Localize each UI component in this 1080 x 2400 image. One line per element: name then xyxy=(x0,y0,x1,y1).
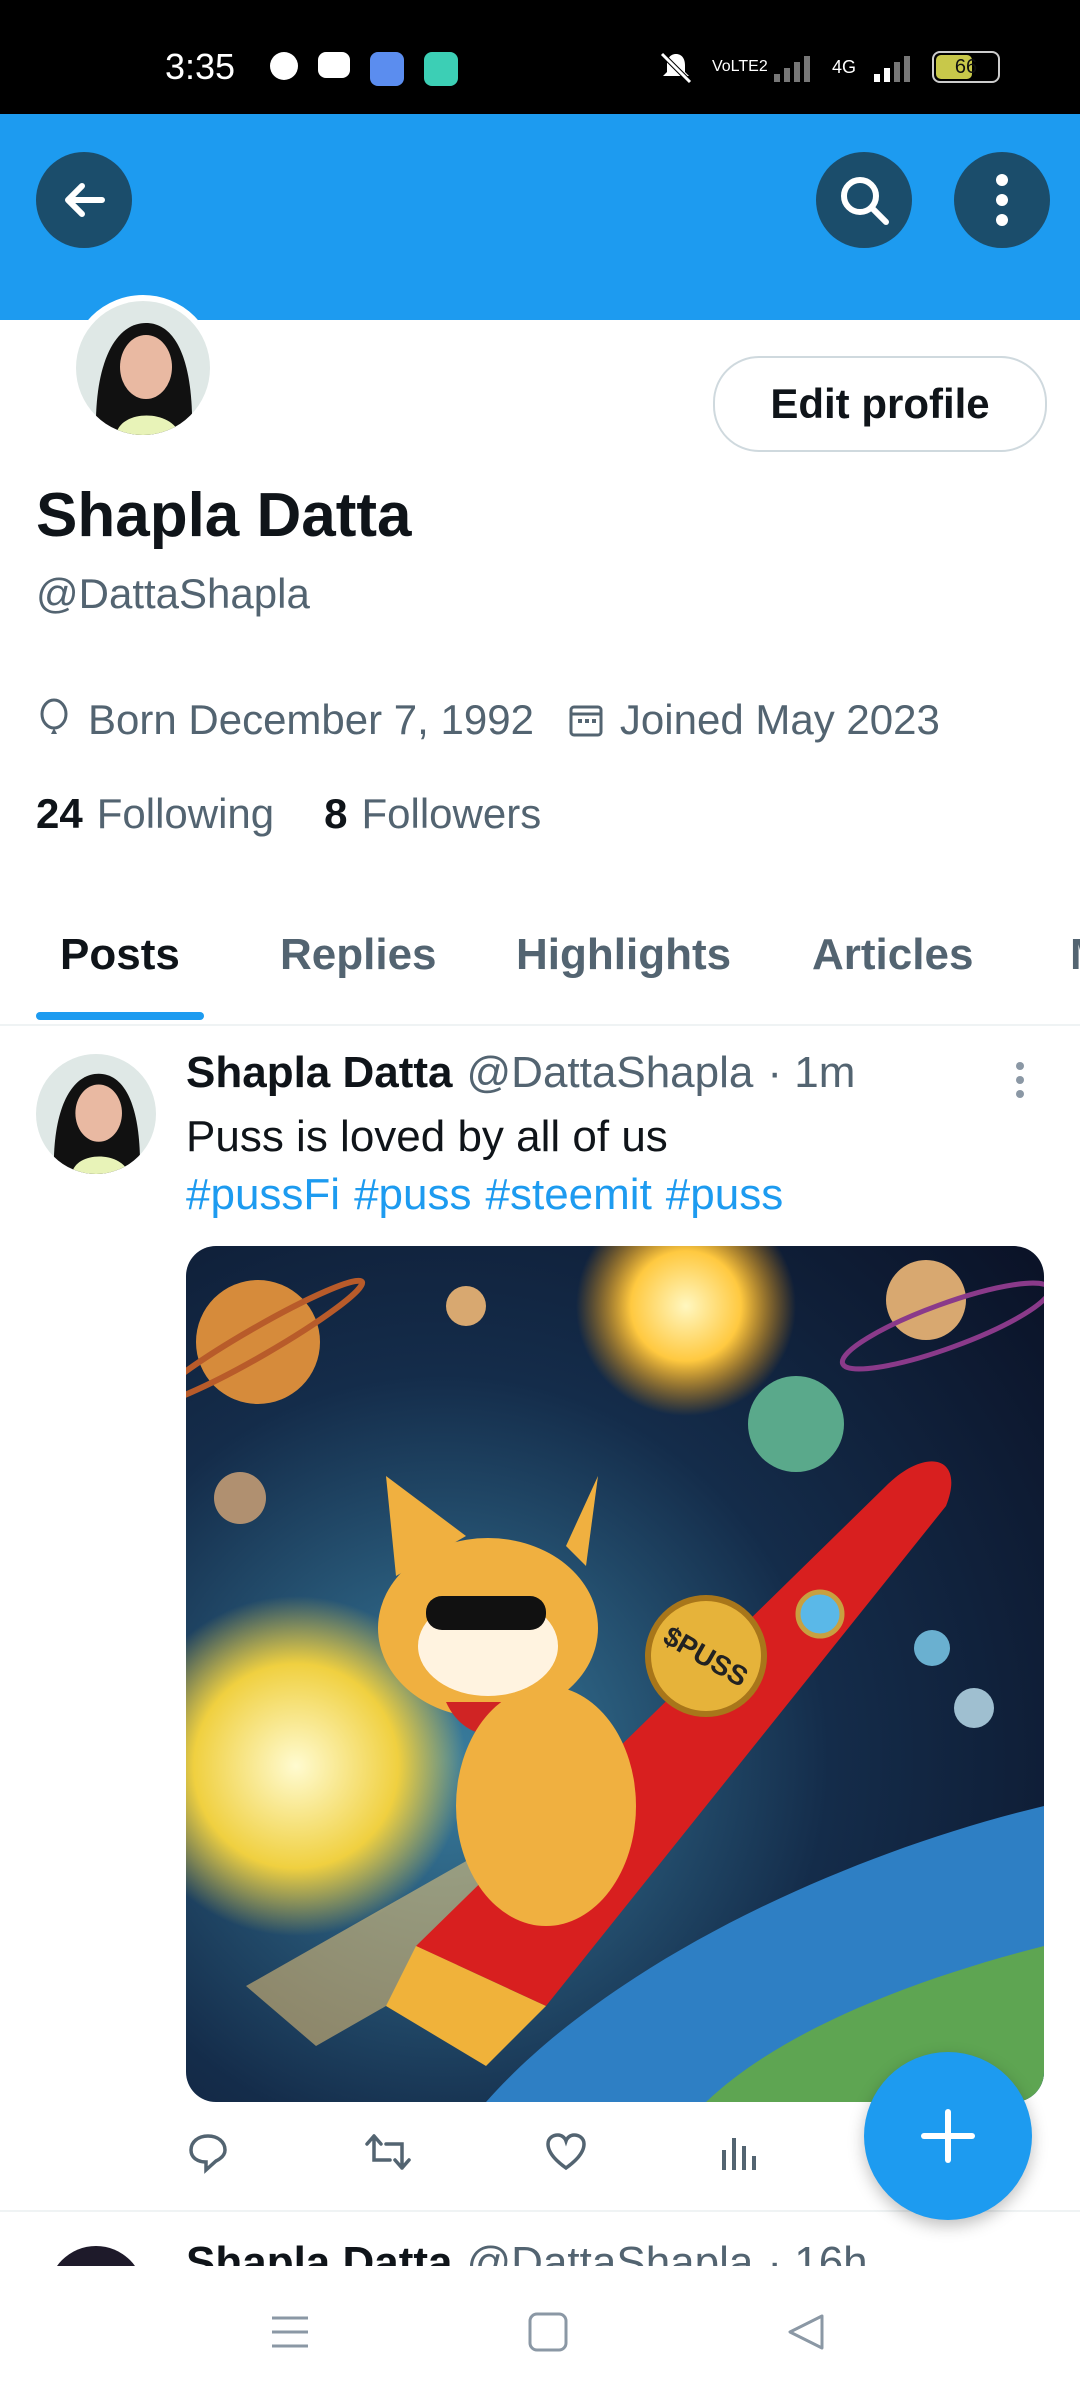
tab-replies[interactable]: Replies xyxy=(280,930,437,980)
profile-tabs: Posts Replies Highlights Articles M xyxy=(0,920,1080,1026)
home-button[interactable] xyxy=(526,2310,570,2359)
next-post-avatar[interactable] xyxy=(48,2246,144,2266)
hashtag-link[interactable]: #steemit xyxy=(486,1170,652,1220)
post-time: · 1m xyxy=(767,1048,856,1097)
following-count: 24 xyxy=(36,790,83,837)
tab-media[interactable]: M xyxy=(1070,930,1080,980)
network-type: 4G xyxy=(831,56,856,77)
active-tab-indicator xyxy=(36,1012,204,1020)
status-right: VoLTE2 4G 66 xyxy=(658,50,1000,84)
post-avatar[interactable] xyxy=(36,1054,156,1174)
game-icon xyxy=(318,52,350,78)
followers-count: 8 xyxy=(324,790,348,837)
status-time: 3:35 xyxy=(165,46,236,87)
post-text: Puss is loved by all of us xyxy=(186,1112,668,1161)
tab-articles[interactable]: Articles xyxy=(812,930,973,980)
search-icon xyxy=(841,177,889,225)
plus-icon xyxy=(921,2109,975,2163)
profile-handle: @DattaShapla xyxy=(36,570,310,617)
next-post-author: Shapla Datta xyxy=(186,2238,453,2266)
arrow-left-icon xyxy=(65,183,105,217)
reply-icon xyxy=(189,2134,227,2174)
post-author[interactable]: Shapla Datta xyxy=(186,1048,453,1098)
notification-icons xyxy=(270,52,458,86)
signal-icon-2 xyxy=(874,56,910,82)
tab-posts[interactable]: Posts xyxy=(60,930,180,980)
post-handle[interactable]: @DattaShapla xyxy=(467,1048,754,1098)
more-vertical-icon xyxy=(996,174,1008,226)
repost-icon xyxy=(365,2134,411,2170)
follow-stats: 24 Following 8 Followers xyxy=(36,790,541,838)
tab-highlights[interactable]: Highlights xyxy=(516,930,731,980)
translate-icon xyxy=(370,52,404,86)
battery-icon: 66 xyxy=(932,51,1000,83)
app-icon xyxy=(424,52,458,86)
views-button[interactable] xyxy=(718,2130,758,2179)
profile-avatar[interactable] xyxy=(70,295,216,441)
edit-profile-button[interactable]: Edit profile xyxy=(713,356,1047,452)
like-button[interactable] xyxy=(544,2130,588,2179)
bar-chart-icon xyxy=(722,2138,756,2170)
following-link[interactable]: 24 Following xyxy=(36,790,274,838)
post-more-button[interactable] xyxy=(1014,1060,1026,1105)
triangle-back-icon xyxy=(788,2314,824,2350)
menu-icon xyxy=(272,2316,308,2348)
joined-text: Joined May 2023 xyxy=(619,696,940,743)
compose-button[interactable] xyxy=(864,2052,1032,2220)
heart-icon xyxy=(546,2133,586,2171)
post-header: Shapla Datta @DattaShapla · 1m xyxy=(186,1048,855,1098)
hashtag-link[interactable]: #puss xyxy=(666,1170,783,1220)
reply-button[interactable] xyxy=(186,2130,230,2179)
more-vertical-icon xyxy=(1016,1062,1024,1098)
next-post-time: · 16h xyxy=(767,2238,868,2266)
calendar-icon xyxy=(569,705,603,737)
avatar-image xyxy=(76,301,210,435)
balloon-icon xyxy=(40,698,68,734)
back-button[interactable] xyxy=(36,152,132,248)
profile-meta: Born December 7, 1992 Joined May 2023 xyxy=(36,696,974,744)
system-back-button[interactable] xyxy=(784,2310,828,2359)
post-image[interactable]: $PUSS xyxy=(186,1246,1044,2102)
square-icon xyxy=(528,2312,568,2352)
system-nav-bar xyxy=(0,2266,1080,2400)
birthday-text: Born December 7, 1992 xyxy=(88,696,534,743)
search-button[interactable] xyxy=(816,152,912,248)
hashtag-link[interactable]: #pussFi xyxy=(186,1170,340,1220)
more-button[interactable] xyxy=(954,152,1050,248)
followers-label: Followers xyxy=(361,790,542,837)
profile-name: Shapla Datta xyxy=(36,481,412,550)
next-post-handle: @DattaShapla xyxy=(466,2238,754,2266)
next-post-preview[interactable]: Shapla Datta @DattaShapla · 16h xyxy=(0,2230,1080,2266)
status-bar: 3:35 VoLTE2 4G 66 xyxy=(0,0,1080,114)
battery-level: 66 xyxy=(954,56,978,78)
joined: Joined May 2023 xyxy=(568,696,940,744)
signal-icon xyxy=(773,56,810,82)
hashtag-link[interactable]: #puss xyxy=(354,1170,471,1220)
followers-link[interactable]: 8 Followers xyxy=(324,790,541,838)
post-actions xyxy=(186,2130,886,2186)
birthday: Born December 7, 1992 xyxy=(36,696,534,744)
recent-apps-button[interactable] xyxy=(268,2310,312,2359)
next-post-header: Shapla Datta @DattaShapla · 16h xyxy=(186,2238,868,2266)
repost-button[interactable] xyxy=(364,2130,412,2179)
avatar-image xyxy=(36,1054,156,1174)
network-label: VoLTE2 xyxy=(711,58,768,75)
chat-icon xyxy=(270,52,298,80)
following-label: Following xyxy=(96,790,275,837)
cat-rocket-illustration: $PUSS xyxy=(186,1246,1044,2102)
mute-icon xyxy=(660,52,692,84)
post-hashtags: #pussFi #puss #steemit #puss xyxy=(186,1170,783,1220)
profile-header xyxy=(0,114,1080,320)
